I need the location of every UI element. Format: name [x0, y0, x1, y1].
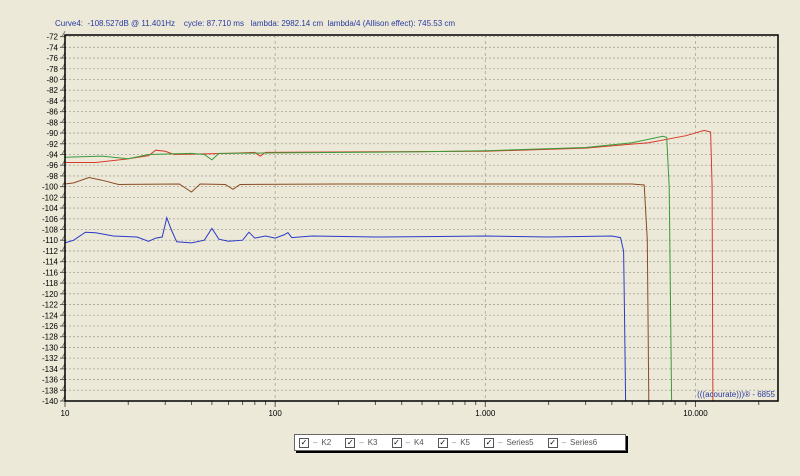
- y-tick-label: -130: [42, 343, 59, 352]
- y-tick-label: -120: [42, 290, 59, 299]
- y-tick-label: -116: [43, 268, 59, 277]
- legend-checkbox[interactable]: ✓: [484, 437, 494, 448]
- y-tick-label: -140: [42, 397, 59, 406]
- legend-item-series6[interactable]: ✓ – Series6: [547, 437, 598, 448]
- y-tick-label: -112: [43, 247, 59, 256]
- legend-line-marker: –: [313, 438, 318, 447]
- legend-label: K4: [413, 438, 424, 447]
- y-tick-label: -72: [46, 33, 58, 42]
- x-tick-label: 10.000: [683, 409, 708, 418]
- y-tick-label: -78: [46, 65, 58, 74]
- y-tick-label: -124: [42, 311, 59, 320]
- legend-checkbox[interactable]: ✓: [547, 437, 558, 448]
- frequency-response-chart[interactable]: -72-74 -76 -78-80 -82 -84 -86-88 -90 -92-94 -96 -…: [0, 0, 800, 476]
- legend-label: K2: [321, 438, 332, 447]
- y-tick-label: -84: [46, 97, 58, 106]
- legend-item-k5[interactable]: ✓ – K5: [437, 437, 470, 448]
- y-tick-label: -126: [42, 322, 59, 331]
- y-tick-label: -132: [42, 354, 59, 363]
- y-tick-label: -114: [43, 258, 59, 267]
- legend-label: Series6: [570, 438, 598, 447]
- y-tick-label: -98: [46, 172, 58, 181]
- y-tick-label: -80: [46, 75, 58, 84]
- y-tick-label: -108: [42, 226, 59, 235]
- y-tick-label: -96: [46, 161, 58, 170]
- y-tick-label: -88: [46, 118, 58, 127]
- legend-item-k2[interactable]: ✓ – K2: [299, 437, 332, 448]
- legend-checkbox[interactable]: ✓: [391, 437, 402, 448]
- y-tick-label: -82: [46, 86, 58, 95]
- y-tick-label: -86: [46, 108, 58, 117]
- legend-line-marker: –: [561, 438, 567, 447]
- legend-label: K5: [460, 438, 470, 447]
- y-tick-label: -94: [46, 150, 58, 159]
- y-tick-label: -100: [42, 183, 59, 192]
- x-tick-label: 1.000: [475, 409, 496, 418]
- legend-item-series5[interactable]: ✓ – Series5: [484, 437, 534, 448]
- y-tick-label: -76: [46, 54, 58, 63]
- legend: ✓ – K2 ✓ – K3 ✓ – K4 ✓ – K5 ✓ – Series5 ✓ – Series6: [294, 434, 626, 451]
- legend-line-marker: –: [359, 438, 364, 447]
- y-tick-label: -74: [46, 43, 58, 52]
- legend-line-marker: –: [405, 438, 410, 447]
- legend-line-marker: –: [451, 438, 457, 447]
- y-tick-label: -90: [46, 129, 58, 138]
- y-tick-label: -92: [46, 140, 58, 149]
- watermark: (((acourate)))® - 6855: [697, 390, 775, 399]
- legend-label: K3: [367, 438, 378, 447]
- y-tick-label: -102: [42, 193, 59, 202]
- legend-checkbox[interactable]: ✓: [437, 437, 448, 448]
- y-tick-label: -138: [42, 386, 59, 395]
- legend-line-marker: –: [498, 438, 503, 447]
- legend-item-k4[interactable]: ✓ – K4: [391, 437, 424, 448]
- legend-label: Series5: [506, 438, 534, 447]
- legend-checkbox[interactable]: ✓: [299, 437, 309, 448]
- y-tick-label: -110: [43, 236, 59, 245]
- y-tick-label: -136: [42, 376, 59, 385]
- y-tick-label: -104: [42, 204, 59, 213]
- x-tick-label: 10: [61, 409, 70, 418]
- y-tick-label: -106: [42, 215, 59, 224]
- y-tick-label: -122: [42, 301, 59, 310]
- y-tick-label: -134: [42, 365, 59, 374]
- y-tick-label: -118: [43, 279, 59, 288]
- legend-item-k3[interactable]: ✓ – K3: [345, 437, 378, 448]
- legend-checkbox[interactable]: ✓: [345, 437, 356, 448]
- x-tick-label: 100: [268, 409, 282, 418]
- y-tick-label: -128: [42, 333, 59, 342]
